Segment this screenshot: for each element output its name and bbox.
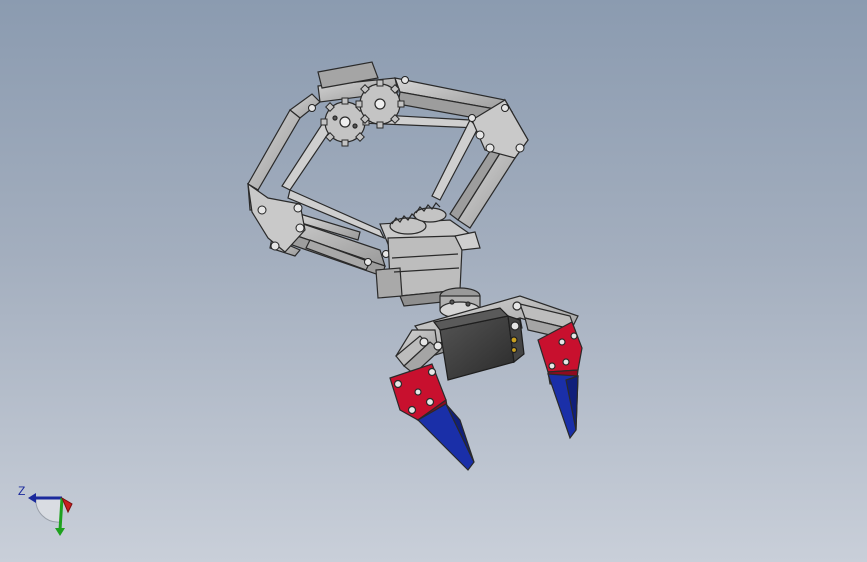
- top-gear-right: [355, 79, 405, 129]
- triad-x-axis-icon: [60, 496, 73, 514]
- gripper-assembly-model[interactable]: [0, 0, 867, 562]
- triad-z-label: Z: [18, 484, 26, 498]
- triad-plane-icon: [35, 497, 63, 523]
- right-finger: [537, 321, 583, 440]
- graphics-viewport[interactable]: Z: [0, 0, 867, 562]
- gripper-servo: [432, 307, 525, 381]
- left-finger: [389, 363, 475, 471]
- triad-y-axis-icon: [58, 497, 64, 531]
